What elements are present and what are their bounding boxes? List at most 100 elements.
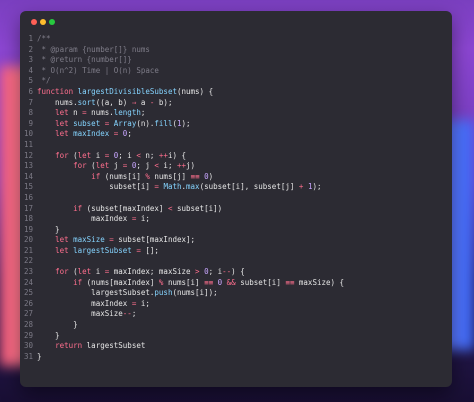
code-token: let — [55, 129, 69, 139]
code-token: (subset[i], subset[j] — [199, 182, 299, 192]
code-text: } — [37, 352, 42, 363]
code-token: let — [55, 235, 69, 245]
code-token: ≡≡ — [204, 277, 214, 287]
line-number: 7 — [28, 97, 33, 107]
code-token: (nums[i] — [100, 171, 146, 181]
code-line: 7 nums.sort((a, b) ⇒ a - b); — [20, 98, 452, 109]
code-token: if — [73, 203, 83, 213]
code-token: ( — [86, 161, 96, 171]
code-line: 6 function largestDivisibleSubset(nums) { — [20, 87, 452, 98]
line-number: 3 — [28, 55, 33, 65]
code-token: ; j — [136, 161, 155, 171]
code-line: 3 * @return {number[]} — [20, 55, 452, 66]
code-token: n; — [140, 150, 159, 160]
code-token: ; — [131, 309, 137, 319]
code-line: 14 if (nums[i] % nums[j] ≡≡ 0) — [20, 172, 452, 183]
code-token: subset[i] — [235, 277, 286, 287]
code-token: a — [136, 97, 150, 107]
code-token: nums[j] — [149, 171, 191, 181]
code-token: nums. — [86, 108, 114, 118]
code-token: (n). — [136, 118, 155, 128]
code-token: let — [77, 150, 92, 160]
code-token: if — [91, 171, 101, 181]
code-line: 20 let maxSize = subset[maxIndex]; — [20, 235, 452, 246]
code-token: let — [55, 118, 69, 128]
code-token: maxIndex; maxSize — [109, 267, 196, 277]
code-token: ; i — [118, 150, 137, 160]
code-token: maxSize — [73, 235, 105, 245]
minimize-button[interactable] — [40, 19, 46, 25]
line-number: 8 — [28, 108, 33, 118]
code-text: */ — [37, 76, 51, 87]
code-token: function — [37, 86, 78, 96]
line-number: 22 — [23, 256, 33, 266]
code-text: for (let i = maxIndex; maxSize > 0; i--)… — [37, 267, 245, 278]
code-text: let maxSize = subset[maxIndex]; — [37, 235, 195, 246]
code-token: subset[i]) — [172, 203, 223, 213]
code-token: subset — [73, 118, 101, 128]
code-text: largestSubset.push(nums[i]); — [37, 288, 218, 299]
code-token: ++ — [176, 161, 187, 171]
code-token: let — [95, 161, 110, 171]
code-text: nums.sort((a, b) ⇒ a - b); — [37, 98, 172, 109]
code-token: largestSubset — [73, 245, 132, 255]
code-text: for (let i = 0; i < n; ++i) { — [37, 151, 186, 162]
code-token: let — [55, 245, 69, 255]
code-line: 24 if (nums[maxIndex] % nums[i] ≡≡ 0 && … — [20, 278, 452, 289]
code-line: 16 — [20, 193, 452, 204]
code-token: maxIndex — [37, 298, 132, 308]
line-number: 14 — [23, 171, 33, 181]
line-number: 12 — [23, 150, 33, 160]
code-token: } — [37, 351, 42, 361]
code-token: length — [113, 108, 141, 118]
code-text: function largestDivisibleSubset(nums) { — [37, 87, 213, 98]
line-number: 16 — [23, 192, 33, 202]
zoom-button[interactable] — [49, 19, 55, 25]
line-number: 17 — [23, 203, 33, 213]
code-token: fill — [154, 118, 173, 128]
line-number: 2 — [28, 44, 33, 54]
code-token: nums. — [37, 97, 78, 107]
code-line: 11 — [20, 140, 452, 151]
code-editor[interactable]: 1/** 2 * @param {number[]} nums 3 * @retur… — [20, 34, 452, 362]
code-token: let — [77, 267, 92, 277]
code-token: largestSubset — [82, 341, 146, 351]
line-number: 26 — [23, 298, 33, 308]
code-text: if (subset[maxIndex] < subset[i]) — [37, 204, 222, 215]
code-line: 23 for (let i = maxIndex; maxSize > 0; i… — [20, 267, 452, 278]
code-token: ++ — [158, 150, 168, 160]
code-token: i; — [136, 214, 150, 224]
code-text: * @param {number[]} nums — [37, 45, 150, 56]
line-number: 21 — [23, 245, 33, 255]
code-token: sort — [77, 97, 96, 107]
code-token: maxIndex — [73, 129, 110, 139]
code-token: nums[i] — [163, 277, 205, 287]
code-token: ((a, b) — [95, 97, 132, 107]
code-token: ); — [181, 118, 191, 128]
code-line: 18 maxIndex = i; — [20, 214, 452, 225]
code-line: 9 let subset = Array(n).fill(1); — [20, 119, 452, 130]
line-number: 29 — [23, 330, 33, 340]
code-token: } — [37, 320, 78, 330]
close-button[interactable] — [31, 19, 37, 25]
code-token: (nums[i]); — [172, 288, 218, 298]
code-token: ; i — [208, 267, 223, 277]
code-token: i) { — [167, 150, 187, 160]
code-text: maxIndex = i; — [37, 214, 150, 225]
code-line: 5 */ — [20, 76, 452, 87]
code-text: * @return {number[]} — [37, 55, 132, 66]
line-number: 20 — [23, 235, 33, 245]
line-number: 25 — [23, 288, 33, 298]
code-text: if (nums[i] % nums[j] ≡≡ 0) — [37, 172, 213, 183]
code-text: let largestSubset = []; — [37, 246, 159, 257]
code-line: 21 let largestSubset = []; — [20, 246, 452, 257]
code-token: let — [55, 108, 69, 118]
line-number: 4 — [28, 65, 33, 75]
code-line: 31} — [20, 352, 452, 363]
code-token: ) — [208, 171, 214, 181]
line-number: 27 — [23, 309, 33, 319]
code-token: * O(n^2) Time | O(n) Space — [37, 65, 159, 75]
